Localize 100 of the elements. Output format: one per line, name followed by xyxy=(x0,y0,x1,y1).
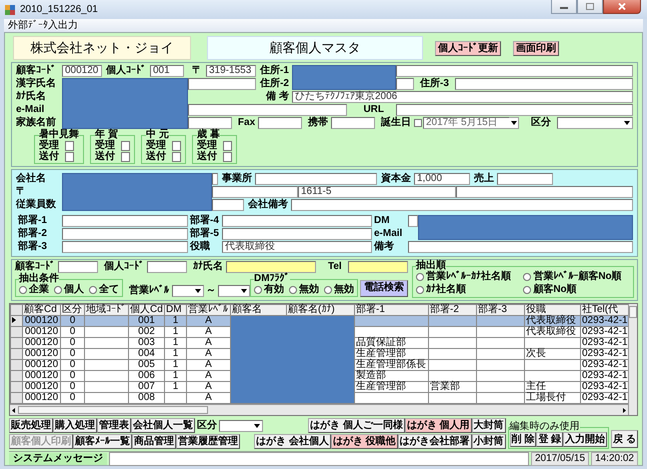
radio-option[interactable]: 企業 xyxy=(19,284,49,295)
column-header[interactable]: DM xyxy=(164,304,186,316)
text-field[interactable] xyxy=(147,261,187,273)
text-field[interactable]: 000120 xyxy=(62,65,102,77)
row-header[interactable] xyxy=(10,316,22,326)
radio-option[interactable]: 個人 xyxy=(54,284,84,295)
column-header[interactable]: 役職 xyxy=(524,304,580,316)
column-header[interactable]: 顧客名 xyxy=(230,304,286,316)
radio-button[interactable] xyxy=(523,286,532,294)
text-field[interactable] xyxy=(222,228,372,240)
text-field[interactable] xyxy=(212,173,218,185)
postcard-button[interactable]: はがき 会社個人 xyxy=(254,434,331,449)
text-field[interactable]: 319-1553 xyxy=(206,65,256,77)
close-button[interactable] xyxy=(603,0,641,14)
checkbox[interactable] xyxy=(223,152,232,162)
menu-item[interactable]: 外部ﾃﾞｰﾀ入出力 xyxy=(8,20,78,31)
radio-option[interactable]: 有効 xyxy=(254,284,284,295)
text-field[interactable] xyxy=(396,104,633,116)
radio-button[interactable] xyxy=(54,286,62,294)
text-field[interactable]: 代表取締役 xyxy=(222,241,372,253)
column-header[interactable]: 個人Cd xyxy=(128,304,164,316)
text-field[interactable]: ひたちﾃｸﾉﾌｪｱ東京2006 xyxy=(292,91,633,103)
radio-button[interactable] xyxy=(324,286,332,294)
checkbox[interactable] xyxy=(223,140,232,150)
column-header[interactable]: 顧客Cd xyxy=(22,304,60,316)
column-header[interactable]: 営業ﾚﾍﾞﾙ xyxy=(186,304,230,316)
checkbox[interactable] xyxy=(121,152,130,162)
column-header[interactable]: 部署-1 xyxy=(354,304,428,316)
phone-search-button[interactable]: 電話検索 xyxy=(360,280,408,297)
radio-option[interactable]: ｶﾅ社名順 xyxy=(416,284,520,295)
checkbox[interactable] xyxy=(65,140,74,150)
text-field[interactable] xyxy=(497,173,553,185)
radio-option[interactable]: 全て xyxy=(89,284,119,295)
dropdown[interactable] xyxy=(219,420,263,432)
back-button[interactable]: 戻 る xyxy=(611,430,638,448)
text-field[interactable] xyxy=(291,199,633,211)
text-field[interactable] xyxy=(212,186,298,198)
text-field[interactable]: 1,000 xyxy=(414,173,470,185)
radio-option[interactable]: 顧客No順 xyxy=(523,284,630,295)
text-field[interactable] xyxy=(62,228,188,240)
action-button[interactable]: 会社個人一覧 xyxy=(131,418,195,433)
radio-button[interactable] xyxy=(89,286,97,294)
minimize-button[interactable] xyxy=(551,0,577,14)
postcard-button[interactable]: 大封筒 xyxy=(472,418,506,433)
checkbox[interactable] xyxy=(121,140,130,150)
checkbox[interactable] xyxy=(65,152,74,162)
column-header[interactable]: 社Tel(代 xyxy=(580,304,628,316)
text-field[interactable] xyxy=(62,241,188,253)
radio-button[interactable] xyxy=(523,272,532,280)
column-header[interactable]: 部署-3 xyxy=(476,304,524,316)
header-button[interactable]: 個人ｺｰﾄﾞ更新 xyxy=(435,40,501,56)
text-field[interactable] xyxy=(62,215,188,227)
text-field[interactable]: 1611-5 xyxy=(298,186,456,198)
column-header[interactable]: 部署-2 xyxy=(428,304,476,316)
dropdown[interactable] xyxy=(172,285,204,297)
horizontal-scrollbar[interactable] xyxy=(10,404,628,415)
edit-button[interactable]: 登 録 xyxy=(536,432,564,447)
radio-option[interactable]: 営業ﾚﾍﾞﾙｰ顧客No順 xyxy=(523,271,630,282)
radio-button[interactable] xyxy=(254,286,262,294)
text-field[interactable] xyxy=(396,78,414,90)
text-field[interactable] xyxy=(188,104,348,116)
radio-option[interactable]: 営業ﾚﾍﾞﾙｰｶﾅ社名順 xyxy=(416,271,520,282)
text-field[interactable] xyxy=(408,215,418,227)
checkbox[interactable] xyxy=(172,152,181,162)
checkbox[interactable] xyxy=(414,119,422,127)
postcard-button[interactable]: はがき会社部署 xyxy=(398,434,472,449)
edit-button[interactable]: 入力開始 xyxy=(563,432,608,447)
action-button[interactable]: 管理表 xyxy=(97,418,131,433)
text-field[interactable] xyxy=(456,186,633,198)
column-header[interactable]: 区分 xyxy=(60,304,84,316)
text-field[interactable] xyxy=(58,261,98,273)
scrollbar-thumb[interactable] xyxy=(18,406,208,414)
postcard-button[interactable]: はがき 個人ご一同様 xyxy=(308,418,405,433)
text-field[interactable] xyxy=(212,199,244,211)
checkbox[interactable] xyxy=(172,140,181,150)
postcard-button[interactable]: はがき 役職他 xyxy=(330,434,398,449)
action-button[interactable]: 販売処理 xyxy=(9,418,53,433)
radio-option[interactable]: 無効 xyxy=(324,284,354,295)
radio-option[interactable]: 無効 xyxy=(289,284,319,295)
action-button[interactable]: 営業履歴管理 xyxy=(176,434,240,449)
dropdown[interactable] xyxy=(218,285,250,297)
text-field[interactable] xyxy=(454,78,633,90)
text-field[interactable] xyxy=(188,117,232,129)
date-field[interactable]: 2017年 5月15日 xyxy=(423,117,509,129)
scrollbar-thumb[interactable] xyxy=(629,306,637,318)
text-field[interactable] xyxy=(348,261,408,273)
text-field[interactable] xyxy=(331,117,375,129)
column-header[interactable]: 地域ｺｰﾄﾞ xyxy=(84,304,128,316)
text-field[interactable] xyxy=(222,215,372,227)
text-field[interactable] xyxy=(408,241,633,253)
radio-button[interactable] xyxy=(416,286,424,294)
text-field[interactable] xyxy=(255,173,377,185)
text-field[interactable] xyxy=(226,261,316,273)
edit-button[interactable]: 削 除 xyxy=(510,432,536,447)
radio-button[interactable] xyxy=(416,272,424,280)
action-button[interactable]: 購入処理 xyxy=(53,418,97,433)
text-field[interactable]: 001 xyxy=(150,65,184,77)
postcard-button[interactable]: 小封筒 xyxy=(472,434,506,449)
radio-button[interactable] xyxy=(289,286,297,294)
column-header[interactable]: 顧客名(ｶﾅ) xyxy=(286,304,354,316)
